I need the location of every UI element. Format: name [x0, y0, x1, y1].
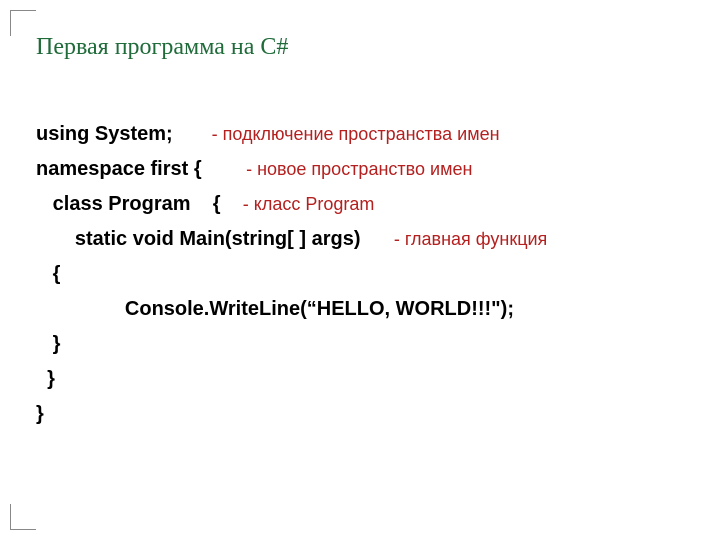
code-comment: - класс Program	[243, 194, 375, 214]
code-line: }	[36, 397, 684, 432]
corner-decoration-tl	[10, 10, 36, 36]
code-text: Console.WriteLine(“HELLO, WORLD!!!");	[36, 298, 514, 320]
code-line: }	[36, 362, 684, 397]
code-comment: - главная функция	[394, 229, 547, 249]
code-text: }	[36, 368, 55, 390]
code-line: class Program { - класс Program	[36, 187, 684, 222]
corner-decoration-bl	[10, 504, 36, 530]
code-text: {	[36, 263, 60, 285]
code-line: using System; - подключение пространства…	[36, 117, 684, 152]
code-line: namespace first { - новое пространство и…	[36, 152, 684, 187]
code-line: Console.WriteLine(“HELLO, WORLD!!!");	[36, 292, 684, 327]
code-text: static void Main(string[ ] args)	[36, 228, 394, 250]
code-text: }	[36, 333, 60, 355]
slide-title: Первая программа на C#	[36, 34, 684, 61]
code-line: {	[36, 257, 684, 292]
code-text: namespace first {	[36, 158, 246, 180]
code-comment: - подключение пространства имен	[212, 124, 500, 144]
code-text: }	[36, 403, 44, 425]
code-line: static void Main(string[ ] args) - главн…	[36, 222, 684, 257]
code-block: using System; - подключение пространства…	[36, 117, 684, 432]
code-line: }	[36, 327, 684, 362]
code-text: class Program {	[36, 193, 243, 215]
code-text: using System;	[36, 123, 212, 145]
code-comment: - новое пространство имен	[246, 159, 472, 179]
